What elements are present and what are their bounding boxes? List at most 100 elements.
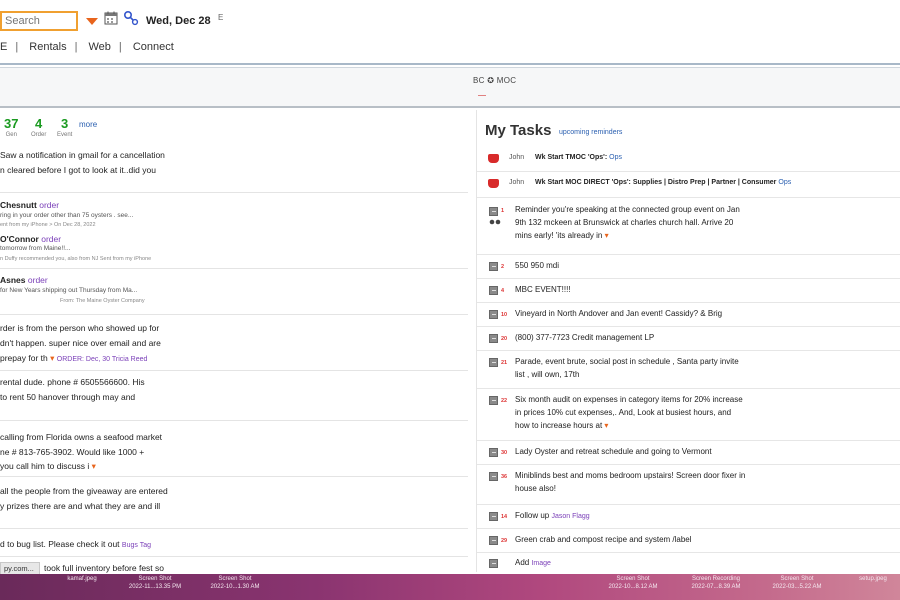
feed-item-3-line2: n Duffy recommended you, also from NJ Se…: [0, 256, 152, 262]
feed-item-5-line2[interactable]: dn't happen. super nice over email and a…: [0, 338, 161, 348]
bugs-tag-link[interactable]: Bugs Tag: [122, 542, 151, 549]
upcoming-reminders-link[interactable]: upcoming reminders: [559, 129, 622, 136]
task-checkbox-icon[interactable]: [489, 448, 498, 457]
image-link[interactable]: Image: [531, 560, 550, 567]
task-row[interactable]: 2 550 950 mdi: [477, 255, 900, 279]
stat-gen[interactable]: 37 Gen: [4, 116, 18, 138]
feed-item-10-line1[interactable]: took full inventory before fest so: [44, 563, 164, 573]
task-row[interactable]: 29 Green crab and compost recipe and sys…: [477, 529, 900, 553]
desktop-file[interactable]: setup.jpeg: [846, 575, 900, 583]
thumbs-down-icon[interactable]: [488, 179, 499, 188]
desktop-file[interactable]: Screen Shot 2022-10...1.30 AM: [200, 575, 270, 591]
task-checkbox-icon[interactable]: [489, 310, 498, 319]
nav-item-web[interactable]: Web: [88, 41, 110, 53]
stat-event[interactable]: 3 Event: [57, 116, 72, 138]
current-date[interactable]: Wed, Dec 28: [146, 15, 211, 27]
nav-item-connect[interactable]: Connect: [133, 41, 174, 53]
feed-item-7-line3[interactable]: you call him to discuss i ▾: [0, 461, 96, 472]
sub-bar: BC ✪ MOC: [0, 68, 900, 108]
task-checkbox-icon[interactable]: [489, 559, 498, 568]
task-row[interactable]: 20 (800) 377-7723 Credit management LP: [477, 327, 900, 351]
feed-item-4-line2: From: The Maine Oyster Company: [60, 298, 145, 304]
search-input[interactable]: [0, 11, 78, 31]
stat-order-label: Order: [31, 132, 47, 138]
feed-item-8-line2[interactable]: y prizes there are and what they are and…: [0, 501, 160, 511]
task-checkbox-icon[interactable]: [489, 262, 498, 271]
search-settings-icon[interactable]: [123, 10, 139, 26]
nav-item-e[interactable]: E: [0, 41, 7, 53]
nav-item-rentals[interactable]: Rentals: [29, 41, 66, 53]
feed-item-7-line2[interactable]: ne # 813-765-3902. Would like 1000 +: [0, 447, 144, 457]
feed-item-1-line1[interactable]: Saw a notification in gmail for a cancel…: [0, 150, 165, 160]
task-checkbox-icon[interactable]: [489, 472, 498, 481]
task-row[interactable]: John Wk Start TMOC 'Ops': Ops: [477, 148, 900, 172]
desktop-file[interactable]: Screen Shot 2022-10...8.12 AM: [598, 575, 668, 591]
expand-arrow-icon[interactable]: ▾: [92, 461, 96, 471]
task-row[interactable]: 14 Follow up Jason Flagg: [477, 505, 900, 529]
contact-link[interactable]: Jason Flagg: [551, 513, 589, 520]
desktop-file-name: Screen Shot: [218, 576, 252, 582]
feed-item-3-tag[interactable]: order: [41, 234, 61, 244]
feed-item-3-header[interactable]: O'Connor order: [0, 234, 61, 244]
desktop-file[interactable]: kamaf.jpeg: [52, 575, 112, 583]
feed-item-7-line1[interactable]: calling from Florida owns a seafood mark…: [0, 432, 162, 442]
task-text-main: Wk Start TMOC 'Ops':: [535, 154, 608, 161]
feed-item-2-header[interactable]: Chesnutt order: [0, 200, 59, 210]
task-checkbox-icon[interactable]: [489, 207, 498, 216]
task-row[interactable]: Add Image: [477, 553, 900, 573]
feed-item-1-line2[interactable]: n cleared before I got to look at it..di…: [0, 165, 156, 175]
feed-item-4-name[interactable]: Asnes: [0, 275, 26, 285]
thumbs-down-icon[interactable]: [488, 154, 499, 163]
feed-item-5-order-link[interactable]: ORDER: Dec, 30 Tricia Reed: [57, 356, 148, 363]
task-checkbox-icon[interactable]: [489, 334, 498, 343]
business-switcher[interactable]: BC ✪ MOC: [473, 76, 516, 85]
feed-item-4-header[interactable]: Asnes order: [0, 275, 48, 285]
desktop-file[interactable]: Screen Shot 2022-03...5.22 AM: [762, 575, 832, 591]
task-row[interactable]: 4 MBC EVENT!!!!: [477, 279, 900, 303]
task-checkbox-icon[interactable]: [489, 396, 498, 405]
task-checkbox-icon[interactable]: [489, 286, 498, 295]
task-text: Green crab and compost recipe and system…: [515, 535, 692, 544]
task-text-line2: in prices 10% cut expenses,. And, Look a…: [515, 408, 732, 417]
link-icon: [489, 219, 501, 225]
stats-more-link[interactable]: more: [79, 120, 97, 129]
feed-item-2-tag[interactable]: order: [39, 200, 59, 210]
task-row[interactable]: 30 Lady Oyster and retreat schedule and …: [477, 441, 900, 465]
desktop-file[interactable]: Screen Recording 2022-07...8.39 AM: [676, 575, 756, 591]
task-row[interactable]: 1 Reminder you're speaking at the connec…: [477, 198, 900, 255]
feed-item-3-name[interactable]: O'Connor: [0, 234, 39, 244]
desktop-file[interactable]: Screen Shot 2022-11...13.35 PM: [120, 575, 190, 591]
task-row[interactable]: 22 Six month audit on expenses in catego…: [477, 389, 900, 441]
expand-arrow-icon[interactable]: ▾: [605, 231, 609, 240]
feed-item-6-line2[interactable]: to rent 50 hanover through may and: [0, 392, 135, 402]
task-row[interactable]: John Wk Start MOC DIRECT 'Ops': Supplies…: [477, 172, 900, 198]
feed-item-2-line1: ring in your order other than 75 oysters…: [0, 212, 134, 219]
task-text-line3: mins early! 'its already in ▾: [515, 229, 805, 242]
task-checkbox-icon[interactable]: [489, 536, 498, 545]
task-day-number: 21: [501, 360, 508, 366]
task-checkbox-icon[interactable]: [489, 512, 498, 521]
task-row[interactable]: 36 Miniblinds best and moms bedroom upst…: [477, 465, 900, 505]
feed-item-8-line1[interactable]: all the people from the giveaway are ent…: [0, 486, 168, 496]
stat-order[interactable]: 4 Order: [31, 116, 46, 138]
task-text-line2: 9th 132 mckeen at Brunswick at charles c…: [515, 218, 734, 227]
feed-item-4-tag[interactable]: order: [28, 275, 48, 285]
task-row[interactable]: 21 Parade, event brute, social post in s…: [477, 351, 900, 389]
feed-item-9[interactable]: d to bug list. Please check it out Bugs …: [0, 539, 151, 549]
stat-event-value: 3: [61, 116, 69, 131]
task-day-number: 14: [501, 514, 508, 520]
feed-item-2-name[interactable]: Chesnutt: [0, 200, 37, 210]
dropdown-arrow-icon[interactable]: [86, 18, 98, 25]
task-checkbox-icon[interactable]: [489, 358, 498, 367]
task-row[interactable]: 10 Vineyard in North Andover and Jan eve…: [477, 303, 900, 327]
main-nav: E | Rentals | Web | Connect: [0, 41, 174, 53]
calendar-icon[interactable]: [104, 11, 118, 25]
feed-item-5-line1[interactable]: rder is from the person who showed up fo…: [0, 323, 159, 333]
stat-gen-label: Gen: [5, 132, 17, 138]
task-ops-link[interactable]: Ops: [609, 154, 622, 161]
expand-arrow-icon[interactable]: ▾: [604, 421, 608, 430]
task-ops-link[interactable]: Ops: [778, 179, 791, 186]
expand-arrow-icon[interactable]: ▾: [50, 353, 54, 363]
feed-item-6-line1[interactable]: rental dude. phone # 6505566600. His: [0, 377, 145, 387]
feed-item-5-line3[interactable]: prepay for th ▾ ORDER: Dec, 30 Tricia Re…: [0, 353, 147, 364]
